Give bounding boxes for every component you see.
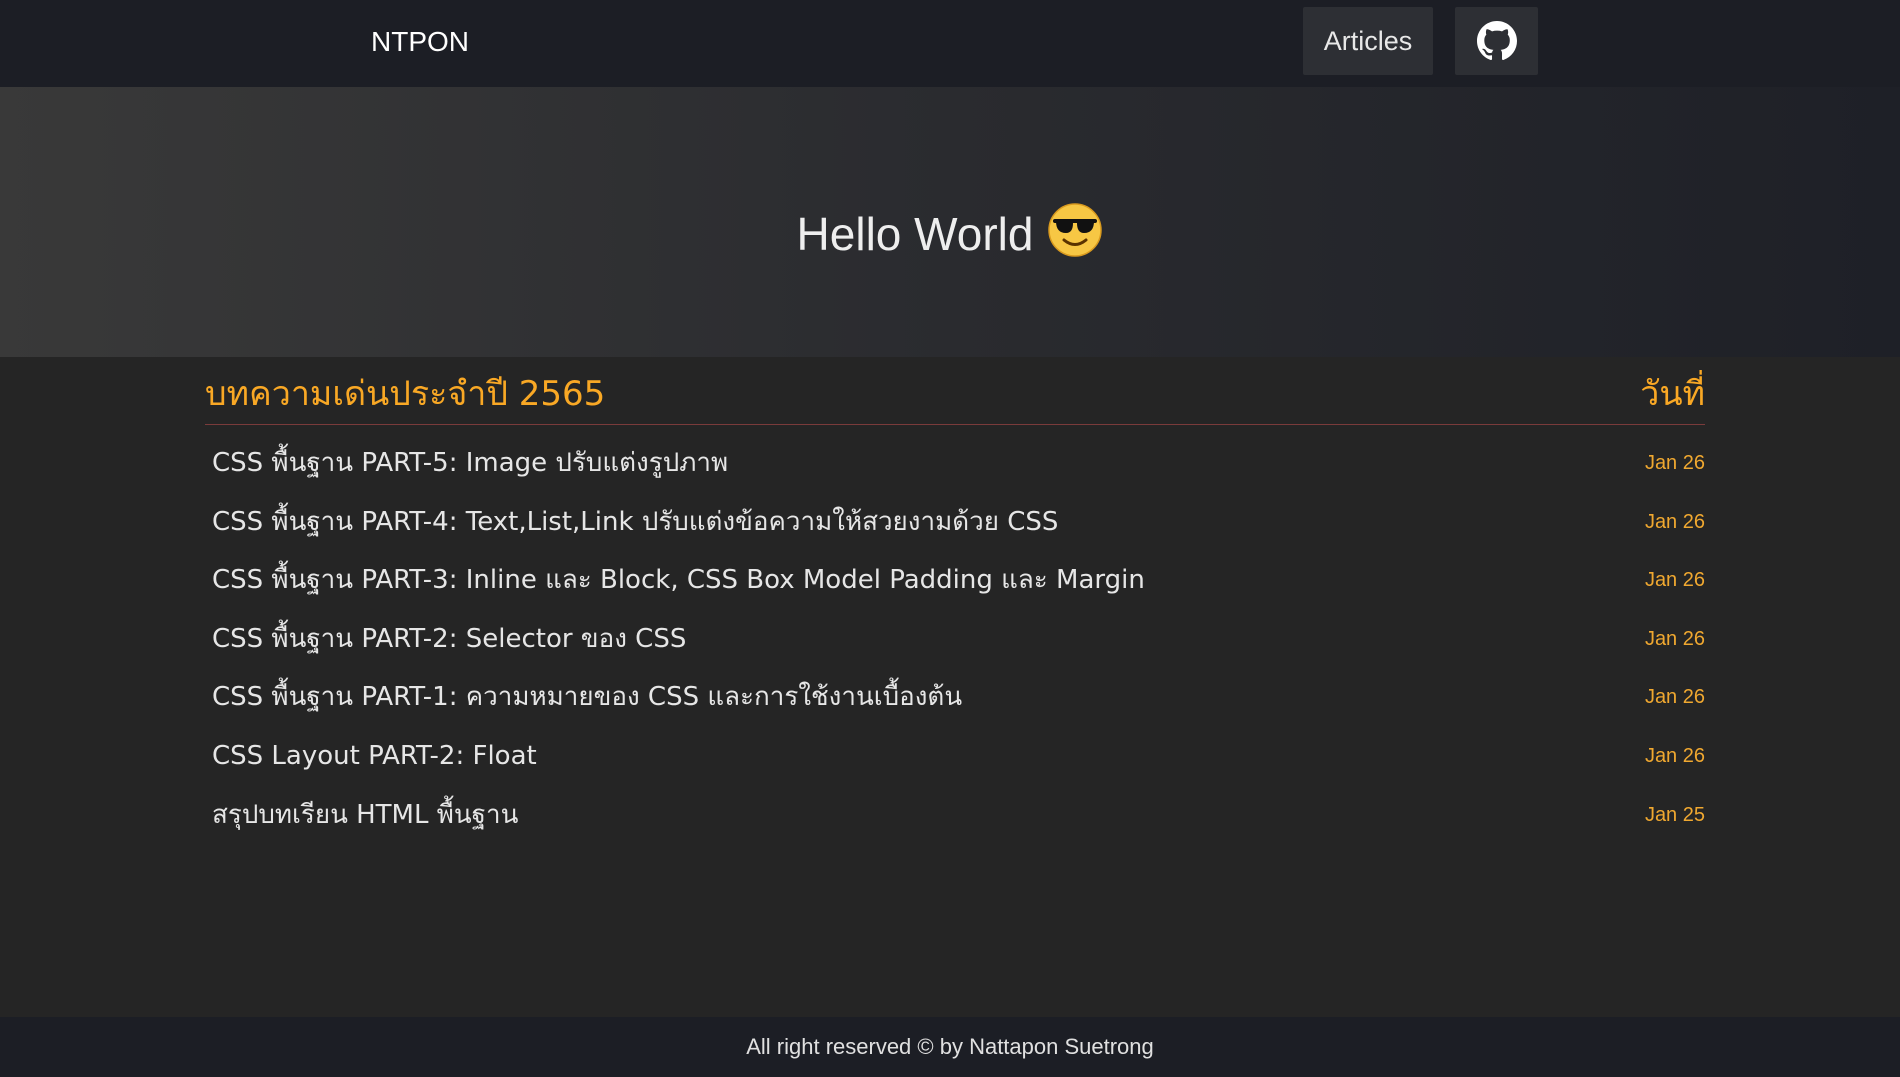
article-title[interactable]: CSS พื้นฐาน PART-2: Selector ของ CSS xyxy=(212,621,686,657)
article-row[interactable]: CSS พื้นฐาน PART-1: ความหมายของ CSS และก… xyxy=(205,679,1705,738)
navbar: NTPON Articles xyxy=(0,0,1900,87)
article-date: Jan 25 xyxy=(1644,803,1705,826)
github-icon xyxy=(1476,21,1517,61)
article-date: Jan 26 xyxy=(1644,744,1705,767)
articles-nav-label: Articles xyxy=(1323,25,1413,56)
smiling-face-with-sunglasses-icon xyxy=(1047,202,1103,270)
hero-banner: Hello World xyxy=(0,87,1900,357)
article-date: Jan 26 xyxy=(1644,686,1705,709)
article-row[interactable]: CSS พื้นฐาน PART-4: Text,List,Link ปรับแ… xyxy=(205,504,1705,563)
brand-link[interactable]: NTPON xyxy=(371,22,469,62)
hero-title: Hello World xyxy=(796,208,1034,260)
hero-title-wrap: Hello World xyxy=(0,202,1900,270)
footer: All right reserved © by Nattapon Suetron… xyxy=(0,1017,1900,1077)
article-date: Jan 26 xyxy=(1644,627,1705,650)
article-row[interactable]: สรุปบทเรียน HTML พื้นฐาน Jan 25 xyxy=(205,797,1705,856)
footer-text: All right reserved © by Nattapon Suetron… xyxy=(746,1034,1154,1059)
article-list: CSS พื้นฐาน PART-5: Image ปรับแต่งรูปภาพ… xyxy=(205,445,1705,855)
article-title[interactable]: CSS พื้นฐาน PART-5: Image ปรับแต่งรูปภาพ xyxy=(212,445,728,481)
article-title[interactable]: CSS พื้นฐาน PART-3: Inline และ Block, CS… xyxy=(212,562,1145,598)
article-title[interactable]: CSS พื้นฐาน PART-4: Text,List,Link ปรับแ… xyxy=(212,504,1058,540)
main-content: บทความเด่นประจำปี 2565 วันที่ CSS พื้นฐา… xyxy=(0,357,1900,1017)
article-title[interactable]: สรุปบทเรียน HTML พื้นฐาน xyxy=(212,797,518,833)
date-column-header: วันที่ xyxy=(1640,374,1705,414)
article-title[interactable]: CSS พื้นฐาน PART-1: ความหมายของ CSS และก… xyxy=(212,679,962,715)
github-nav-button[interactable] xyxy=(1455,7,1538,75)
section-title: บทความเด่นประจำปี 2565 xyxy=(205,374,606,414)
section-header: บทความเด่นประจำปี 2565 วันที่ xyxy=(205,369,1705,425)
article-row[interactable]: CSS พื้นฐาน PART-3: Inline และ Block, CS… xyxy=(205,562,1705,621)
article-date: Jan 26 xyxy=(1644,569,1705,592)
article-title[interactable]: CSS Layout PART-2: Float xyxy=(212,738,537,774)
article-date: Jan 26 xyxy=(1644,510,1705,533)
article-date: Jan 26 xyxy=(1644,452,1705,474)
article-row[interactable]: CSS Layout PART-2: Float Jan 26 xyxy=(205,738,1705,797)
article-row[interactable]: CSS พื้นฐาน PART-5: Image ปรับแต่งรูปภาพ… xyxy=(205,445,1705,504)
article-row[interactable]: CSS พื้นฐาน PART-2: Selector ของ CSS Jan… xyxy=(205,621,1705,680)
articles-nav-button[interactable]: Articles xyxy=(1303,7,1433,75)
